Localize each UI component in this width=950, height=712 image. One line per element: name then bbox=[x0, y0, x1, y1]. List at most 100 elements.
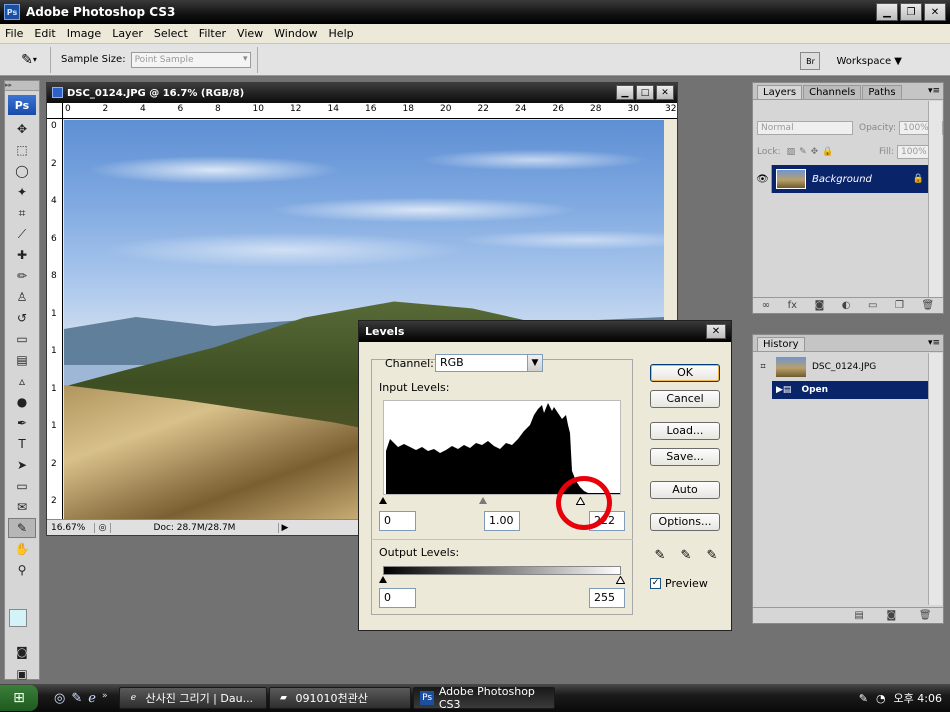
input-black-point-handle[interactable] bbox=[379, 497, 387, 504]
marquee-icon[interactable]: ⬚ bbox=[8, 140, 36, 160]
status-icon[interactable]: ◎ bbox=[95, 522, 111, 533]
foreground-color-swatch[interactable] bbox=[9, 609, 27, 627]
options-button[interactable]: Options... bbox=[650, 513, 720, 531]
tab-paths[interactable]: Paths bbox=[862, 85, 902, 99]
trash-icon[interactable]: 🗑 bbox=[922, 300, 935, 311]
minimize-button[interactable]: ▁ bbox=[876, 3, 898, 21]
doc-close-button[interactable]: ✕ bbox=[656, 85, 674, 100]
dodge-icon[interactable]: ● bbox=[8, 392, 36, 412]
task-photoshop[interactable]: Ps Adobe Photoshop CS3 bbox=[413, 685, 556, 711]
eye-icon[interactable]: 👁 bbox=[754, 165, 772, 193]
levels-titlebar[interactable]: Levels ✕ bbox=[359, 321, 731, 342]
eyedropper-icon[interactable]: ✎ ▾ bbox=[14, 48, 44, 72]
snapshot-source-icon[interactable]: ⌗ bbox=[754, 362, 772, 372]
trash-icon[interactable]: 🗑 bbox=[919, 610, 932, 621]
quick-mask-icon[interactable]: ◙ bbox=[8, 642, 36, 662]
task-folder[interactable]: ▰ 091010천관산 bbox=[269, 687, 412, 709]
new-layer-icon[interactable]: ❐ bbox=[895, 300, 904, 311]
zoom-level[interactable]: 16.67% bbox=[47, 522, 95, 533]
white-eyedropper-icon[interactable]: ✎ bbox=[703, 548, 721, 566]
panel-menu-icon[interactable]: ▾≡ bbox=[928, 338, 940, 348]
chevron-down-icon[interactable]: ▼ bbox=[527, 355, 542, 371]
windows-start-icon[interactable]: ⊞ bbox=[0, 685, 38, 711]
menu-view[interactable]: View bbox=[232, 27, 269, 40]
bridge-icon[interactable]: Br bbox=[800, 52, 821, 70]
type-icon[interactable]: T bbox=[8, 434, 36, 454]
lock-icons[interactable]: ▨✎✥🔒 bbox=[787, 147, 838, 157]
doc-minimize-button[interactable]: ▁ bbox=[616, 85, 634, 100]
sample-size-select[interactable]: Point Sample bbox=[130, 51, 251, 68]
save-button[interactable]: Save... bbox=[650, 448, 720, 466]
history-scrollbar[interactable] bbox=[928, 353, 942, 605]
menu-window[interactable]: Window bbox=[269, 27, 323, 40]
auto-button[interactable]: Auto bbox=[650, 481, 720, 499]
lasso-icon[interactable]: ◯ bbox=[8, 161, 36, 181]
menu-help[interactable]: Help bbox=[324, 27, 360, 40]
snapshot-icon[interactable]: ◙ bbox=[887, 610, 897, 621]
preview-checkbox[interactable]: ✓ bbox=[650, 578, 661, 589]
tab-channels[interactable]: Channels bbox=[803, 85, 862, 99]
task-browser[interactable]: ℯ 산사진 그리기 | Dau... bbox=[119, 687, 268, 709]
tab-layers[interactable]: Layers bbox=[757, 85, 803, 99]
document-titlebar[interactable]: DSC_0124.JPG @ 16.7% (RGB/8) ▁ □ ✕ bbox=[47, 83, 677, 103]
pen-icon[interactable]: ✒ bbox=[8, 413, 36, 433]
group-icon[interactable]: ▭ bbox=[868, 300, 877, 311]
menu-filter[interactable]: Filter bbox=[194, 27, 232, 40]
menu-edit[interactable]: Edit bbox=[29, 27, 61, 40]
mask-icon[interactable]: ◙ bbox=[815, 300, 825, 311]
quick-launch-more-icon[interactable]: » bbox=[102, 691, 108, 706]
crop-icon[interactable]: ⌗ bbox=[8, 203, 36, 223]
levels-close-button[interactable]: ✕ bbox=[706, 324, 726, 339]
input-gamma-handle[interactable] bbox=[479, 497, 487, 504]
path-select-icon[interactable]: ➤ bbox=[8, 455, 36, 475]
workspace-button[interactable]: Workspace ▼ bbox=[836, 56, 902, 67]
eyedropper-icon[interactable]: ✎ bbox=[8, 518, 36, 538]
layer-row-background[interactable]: 👁 Background 🔒 bbox=[754, 165, 932, 193]
fx-icon[interactable]: fx bbox=[788, 300, 797, 311]
panel-grip[interactable]: ▸▸ bbox=[5, 81, 39, 91]
menu-layer[interactable]: Layer bbox=[107, 27, 149, 40]
output-white-field[interactable]: 255 bbox=[589, 588, 625, 608]
shape-icon[interactable]: ▭ bbox=[8, 476, 36, 496]
load-button[interactable]: Load... bbox=[650, 422, 720, 440]
gradient-icon[interactable]: ▤ bbox=[8, 350, 36, 370]
zoom-icon[interactable]: ⚲ bbox=[8, 560, 36, 580]
output-levels-slider[interactable] bbox=[379, 576, 625, 586]
notes-icon[interactable]: ✉ bbox=[8, 497, 36, 517]
history-brush-icon[interactable]: ↺ bbox=[8, 308, 36, 328]
horizontal-ruler[interactable]: 0 2 4 6 8 10 12 14 16 18 20 22 24 26 28 30 32 bbox=[63, 103, 677, 119]
ok-button[interactable]: OK bbox=[650, 364, 720, 382]
screen-mode-icon[interactable]: ▣ bbox=[8, 664, 36, 684]
move-icon[interactable]: ✥ bbox=[8, 119, 36, 139]
channel-select[interactable]: RGB ▼ bbox=[435, 354, 543, 372]
cancel-button[interactable]: Cancel bbox=[650, 390, 720, 408]
tray-icon[interactable]: ◔ bbox=[876, 692, 886, 705]
close-button[interactable]: ✕ bbox=[924, 3, 946, 21]
tab-history[interactable]: History bbox=[757, 337, 805, 351]
menu-select[interactable]: Select bbox=[149, 27, 194, 40]
ruler-corner[interactable] bbox=[47, 103, 63, 119]
quick-launch-icon[interactable]: ◎ bbox=[54, 691, 65, 706]
healing-brush-icon[interactable]: ✚ bbox=[8, 245, 36, 265]
history-snapshot[interactable]: ⌗ DSC_0124.JPG bbox=[754, 355, 932, 379]
quick-launch-icon[interactable]: ✎ bbox=[71, 691, 82, 706]
panel-menu-icon[interactable]: ▾≡ bbox=[928, 86, 940, 96]
vertical-ruler[interactable]: 0 2 4 6 8 1 1 1 1 2 2 bbox=[47, 119, 63, 519]
output-white-point-handle[interactable] bbox=[616, 576, 625, 584]
clone-stamp-icon[interactable]: ♙ bbox=[8, 287, 36, 307]
eraser-icon[interactable]: ▭ bbox=[8, 329, 36, 349]
layers-scrollbar[interactable] bbox=[928, 101, 942, 297]
ie-icon[interactable]: ℯ bbox=[88, 691, 96, 706]
menu-image[interactable]: Image bbox=[62, 27, 107, 40]
history-brush-source-icon[interactable] bbox=[754, 381, 772, 399]
blend-mode-select[interactable]: Normal bbox=[757, 121, 853, 135]
status-menu-arrow-icon[interactable]: ▶ bbox=[279, 523, 291, 533]
slice-icon[interactable]: ⟋ bbox=[8, 224, 36, 244]
output-black-field[interactable]: 0 bbox=[379, 588, 416, 608]
gray-eyedropper-icon[interactable]: ✎ bbox=[677, 548, 695, 566]
new-document-icon[interactable]: ▤ bbox=[854, 610, 863, 621]
hand-icon[interactable]: ✋ bbox=[8, 539, 36, 559]
brush-icon[interactable]: ✏ bbox=[8, 266, 36, 286]
black-eyedropper-icon[interactable]: ✎ bbox=[651, 548, 669, 566]
input-gamma-field[interactable]: 1.00 bbox=[484, 511, 520, 531]
